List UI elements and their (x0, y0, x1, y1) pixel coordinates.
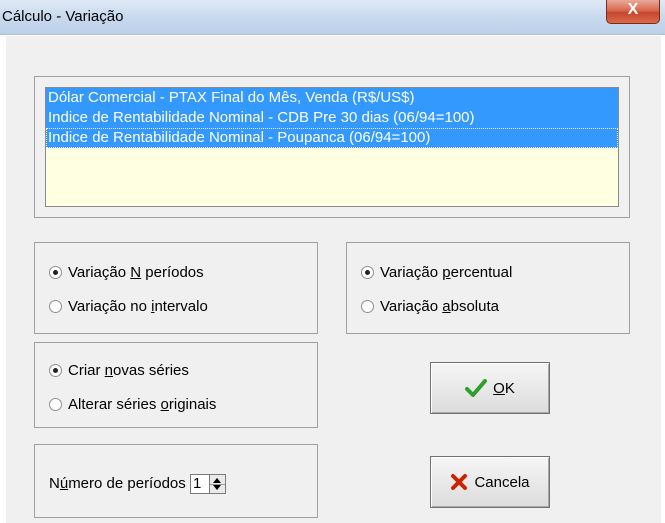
option-accel: n (104, 362, 114, 379)
ok-label: OK (493, 379, 515, 397)
series-list-item[interactable]: Indice de Rentabilidade Nominal - CDB Pr… (46, 108, 618, 128)
option-label: Alterar séries (68, 396, 161, 413)
radio-checked-icon (49, 266, 62, 279)
option-label: ovas séries (113, 362, 189, 379)
period-mode-group: Variação N períodos Variação no interval… (34, 242, 318, 334)
cancel-button[interactable]: Cancela (430, 456, 550, 508)
x-mark-icon (450, 473, 468, 491)
radio-unchecked-icon (361, 300, 374, 313)
option-label: Variação (68, 264, 131, 281)
periods-input[interactable]: 1 (189, 474, 210, 495)
title-bar[interactable]: Cálculo - Variação X (0, 0, 665, 35)
series-list-frame: Dólar Comercial - PTAX Final do Mês, Ven… (34, 76, 630, 218)
checkmark-icon (465, 379, 488, 397)
ok-button[interactable]: OK (430, 362, 550, 414)
series-list-item[interactable]: Indice de Rentabilidade Nominal - Poupan… (46, 128, 618, 148)
option-label: riginais (168, 396, 217, 413)
option-label: Criar (68, 362, 105, 379)
option-accel: N (130, 264, 142, 281)
radio-variacao-absoluta[interactable]: Variação absoluta (361, 297, 499, 317)
variation-type-group: Variação percentual Variação absoluta (346, 242, 630, 334)
option-label: Variação (380, 264, 443, 281)
series-listbox[interactable]: Dólar Comercial - PTAX Final do Mês, Ven… (45, 87, 619, 207)
cancel-label: Cancela (474, 473, 530, 491)
dialog-client-area: Dólar Comercial - PTAX Final do Mês, Ven… (6, 36, 661, 523)
option-label: Variação no (68, 298, 152, 315)
window-title: Cálculo - Variação (2, 8, 124, 25)
option-label: períodos (141, 264, 204, 281)
radio-variacao-intervalo[interactable]: Variação no intervalo (49, 297, 208, 317)
series-output-group: Criar novas séries Alterar séries origin… (34, 342, 318, 428)
periods-stepper[interactable] (209, 474, 226, 495)
radio-checked-icon (361, 266, 374, 279)
periods-row: Número de períodos 1 (49, 473, 226, 495)
spin-up-icon[interactable] (212, 478, 221, 484)
option-accel: p (442, 264, 451, 281)
radio-unchecked-icon (49, 398, 62, 411)
radio-checked-icon (49, 364, 62, 377)
periods-label: Número de períodos (49, 475, 186, 492)
close-icon: X (627, 1, 639, 18)
radio-variacao-percentual[interactable]: Variação percentual (361, 263, 512, 283)
option-accel: a (442, 298, 451, 315)
radio-unchecked-icon (49, 300, 62, 313)
radio-criar-novas-series[interactable]: Criar novas séries (49, 361, 189, 381)
spin-down-icon[interactable] (212, 485, 221, 491)
option-label: ercentual (450, 264, 513, 281)
option-label: ntervalo (154, 298, 208, 315)
radio-variacao-n-periodos[interactable]: Variação N períodos (49, 263, 204, 283)
option-label: Variação (380, 298, 443, 315)
periods-group: Número de períodos 1 (34, 444, 318, 518)
option-label: bsoluta (450, 298, 499, 315)
close-button[interactable]: X (606, 0, 660, 24)
series-list-item[interactable]: Dólar Comercial - PTAX Final do Mês, Ven… (46, 88, 618, 108)
radio-alterar-series-originais[interactable]: Alterar séries originais (49, 395, 216, 415)
option-accel: o (160, 396, 169, 413)
